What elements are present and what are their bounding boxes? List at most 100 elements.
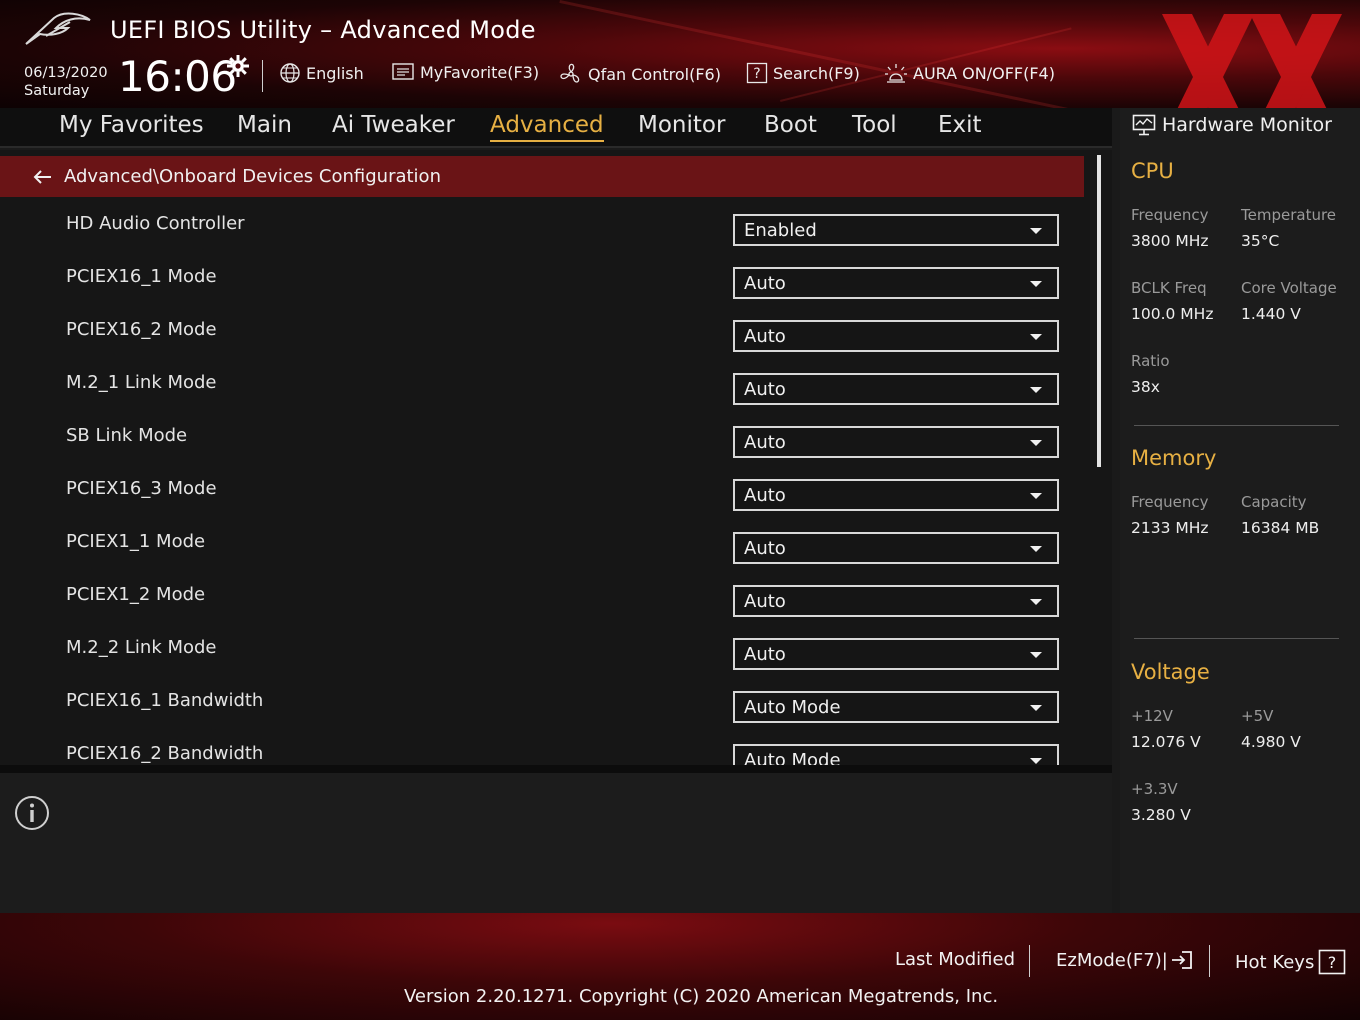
- setting-row-pciex16-2-bandwidth[interactable]: PCIEX16_2 Bandwidth Auto Mode: [0, 731, 1084, 765]
- tab-advanced[interactable]: Advanced: [490, 112, 604, 142]
- core-voltage-value: 1.440 V: [1241, 305, 1301, 323]
- setting-row-m2-2-link-mode[interactable]: M.2_2 Link Mode Auto: [0, 625, 1084, 678]
- aura-toggle-button[interactable]: AURA ON/OFF(F4): [884, 62, 1055, 84]
- v33-value: 3.280 V: [1131, 806, 1191, 824]
- dropdown-caret-icon: [1030, 493, 1042, 499]
- dropdown-caret-icon: [1030, 652, 1042, 658]
- tab-boot[interactable]: Boot: [764, 112, 817, 138]
- settings-scrollbar[interactable]: [1097, 155, 1101, 467]
- dropdown-value: Auto Mode: [744, 696, 841, 718]
- setting-label: PCIEX16_2 Mode: [66, 319, 217, 340]
- qfan-control-button[interactable]: Qfan Control(F6): [559, 62, 721, 86]
- ezmode-label: EzMode(F7)|: [1056, 949, 1168, 971]
- ezmode-button[interactable]: EzMode(F7)|: [1056, 949, 1194, 971]
- v12-value: 12.076 V: [1131, 733, 1201, 751]
- help-question-icon: ?: [1319, 949, 1346, 975]
- dropdown-value: Auto: [744, 272, 786, 294]
- memory-frequency-value: 2133 MHz: [1131, 519, 1209, 537]
- hardware-monitor-title: Hardware Monitor: [1132, 114, 1332, 136]
- setting-label: PCIEX1_1 Mode: [66, 531, 206, 552]
- settings-panel: Advanced\Onboard Devices Configuration H…: [0, 150, 1112, 765]
- dropdown-value: Enabled: [744, 219, 817, 241]
- setting-row-pciex1-2-mode[interactable]: PCIEX1_2 Mode Auto: [0, 572, 1084, 625]
- dropdown-caret-icon: [1030, 387, 1042, 393]
- setting-dropdown[interactable]: Auto: [733, 585, 1059, 617]
- copyright-text: Version 2.20.1271. Copyright (C) 2020 Am…: [404, 986, 999, 1007]
- dropdown-value: Auto: [744, 643, 786, 665]
- help-info-box: [0, 773, 1112, 913]
- memory-capacity-value: 16384 MB: [1241, 519, 1320, 537]
- date-value: 06/13/2020: [24, 65, 108, 81]
- breadcrumb: Advanced\Onboard Devices Configuration: [0, 156, 1084, 197]
- tab-my-favorites[interactable]: My Favorites: [59, 112, 204, 138]
- search-help-icon: ?: [746, 62, 768, 84]
- memory-capacity-label: Capacity: [1241, 493, 1307, 511]
- setting-label: PCIEX16_3 Mode: [66, 478, 217, 499]
- last-modified-button[interactable]: Last Modified: [895, 949, 1015, 970]
- tab-exit[interactable]: Exit: [938, 112, 982, 138]
- setting-dropdown[interactable]: Auto: [733, 373, 1059, 405]
- hardware-monitor-panel: Hardware Monitor CPU Frequency 3800 MHz …: [1120, 108, 1360, 913]
- cpu-frequency-value: 3800 MHz: [1131, 232, 1209, 250]
- hot-keys-label: Hot Keys: [1235, 951, 1315, 973]
- gear-icon[interactable]: [226, 54, 250, 78]
- cpu-section-title: CPU: [1131, 159, 1174, 183]
- qfan-control-label: Qfan Control(F6): [588, 64, 721, 84]
- setting-row-pciex16-1-bandwidth[interactable]: PCIEX16_1 Bandwidth Auto Mode: [0, 678, 1084, 731]
- setting-row-m2-1-link-mode[interactable]: M.2_1 Link Mode Auto: [0, 360, 1084, 413]
- svg-text:?: ?: [1328, 953, 1337, 972]
- v5-value: 4.980 V: [1241, 733, 1301, 751]
- setting-dropdown[interactable]: Auto: [733, 426, 1059, 458]
- aura-light-icon: [885, 64, 907, 83]
- tab-main[interactable]: Main: [237, 112, 292, 138]
- exit-arrow-icon: [1171, 951, 1192, 969]
- tab-monitor[interactable]: Monitor: [638, 112, 725, 138]
- svg-text:?: ?: [753, 66, 760, 82]
- main-tabs: My Favorites Main Ai Tweaker Advanced Mo…: [0, 108, 1112, 148]
- setting-label: PCIEX16_1 Bandwidth: [66, 690, 264, 711]
- dropdown-caret-icon: [1030, 228, 1042, 234]
- setting-dropdown[interactable]: Auto: [733, 532, 1059, 564]
- setting-row-pciex16-1-mode[interactable]: PCIEX16_1 Mode Auto: [0, 254, 1084, 307]
- v12-label: +12V: [1131, 707, 1173, 725]
- setting-row-hd-audio-controller[interactable]: HD Audio Controller Enabled: [0, 201, 1084, 254]
- setting-label: HD Audio Controller: [66, 213, 245, 234]
- setting-dropdown[interactable]: Auto Mode: [733, 744, 1059, 765]
- rog-logo-icon: [25, 12, 91, 45]
- setting-label: M.2_2 Link Mode: [66, 637, 217, 658]
- setting-row-pciex1-1-mode[interactable]: PCIEX1_1 Mode Auto: [0, 519, 1084, 572]
- setting-dropdown[interactable]: Enabled: [733, 214, 1059, 246]
- setting-dropdown[interactable]: Auto: [733, 320, 1059, 352]
- setting-dropdown[interactable]: Auto Mode: [733, 691, 1059, 723]
- setting-row-sb-link-mode[interactable]: SB Link Mode Auto: [0, 413, 1084, 466]
- setting-row-pciex16-3-mode[interactable]: PCIEX16_3 Mode Auto: [0, 466, 1084, 519]
- tab-ai-tweaker[interactable]: Ai Tweaker: [332, 112, 455, 138]
- xx-watermark-icon: [1162, 14, 1342, 108]
- favorite-list-icon: [392, 63, 414, 80]
- memory-frequency-label: Frequency: [1131, 493, 1209, 511]
- language-button[interactable]: English: [279, 62, 364, 84]
- dropdown-caret-icon: [1030, 705, 1042, 711]
- fan-icon: [560, 63, 580, 83]
- info-icon: [15, 796, 49, 830]
- setting-dropdown[interactable]: Auto: [733, 638, 1059, 670]
- setting-dropdown[interactable]: Auto: [733, 479, 1059, 511]
- dropdown-caret-icon: [1030, 599, 1042, 605]
- search-button[interactable]: ? Search(F9): [746, 62, 860, 84]
- back-arrow-icon[interactable]: [32, 169, 52, 185]
- date-display: 06/13/2020 Saturday: [24, 64, 108, 100]
- section-divider: [1134, 638, 1339, 639]
- search-label: Search(F9): [773, 63, 860, 83]
- panel-divider: [0, 765, 1112, 773]
- tab-tool[interactable]: Tool: [852, 112, 897, 138]
- hot-keys-button[interactable]: Hot Keys ?: [1235, 949, 1346, 975]
- my-favorite-button[interactable]: MyFavorite(F3): [391, 62, 539, 82]
- dropdown-value: Auto Mode: [744, 749, 841, 766]
- setting-row-pciex16-2-mode[interactable]: PCIEX16_2 Mode Auto: [0, 307, 1084, 360]
- day-value: Saturday: [24, 83, 90, 99]
- cpu-temperature-label: Temperature: [1241, 206, 1337, 224]
- setting-label: PCIEX16_2 Bandwidth: [66, 743, 264, 764]
- setting-dropdown[interactable]: Auto: [733, 267, 1059, 299]
- core-voltage-label: Core Voltage: [1241, 279, 1337, 297]
- dropdown-value: Auto: [744, 590, 786, 612]
